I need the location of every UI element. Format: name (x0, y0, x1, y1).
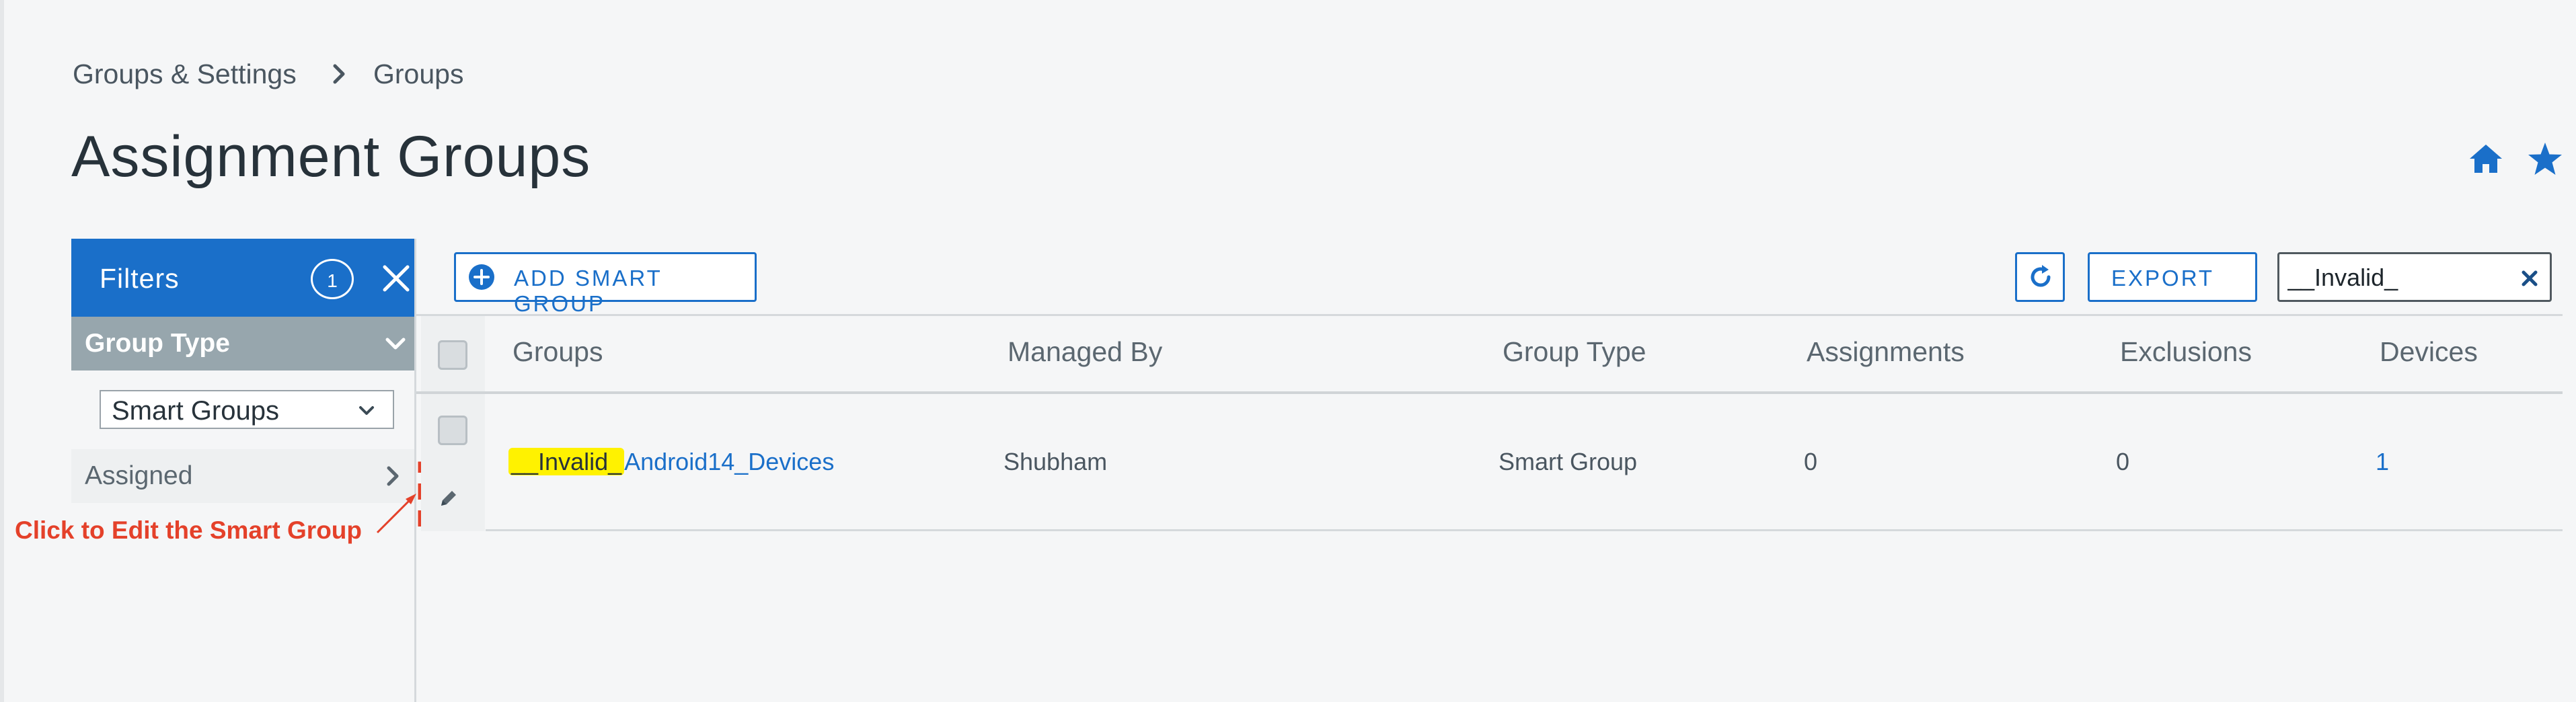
managed-by-cell: Shubham (1003, 448, 1108, 475)
chevron-down-icon (385, 338, 406, 350)
group-type-filter-header[interactable]: Group Type (71, 317, 414, 370)
group-type-select-value: Smart Groups (112, 396, 279, 426)
assigned-filter-row[interactable]: Assigned (71, 449, 414, 503)
add-smart-group-label: ADD SMART GROUP (514, 266, 662, 316)
table-header-border (416, 391, 2563, 394)
filters-panel-header: Filters 1 (71, 239, 414, 317)
close-icon[interactable] (2519, 268, 2540, 289)
filters-title: Filters (100, 263, 180, 294)
star-icon[interactable] (2526, 141, 2564, 178)
column-header-groups[interactable]: Groups (513, 336, 603, 368)
close-icon[interactable] (381, 263, 412, 294)
home-icon[interactable] (2468, 143, 2503, 175)
panel-divider (414, 239, 416, 702)
column-header-managed-by[interactable]: Managed By (1008, 336, 1162, 368)
column-header-group-type[interactable]: Group Type (1503, 336, 1646, 368)
plus-circle-icon (469, 264, 494, 290)
breadcrumb-groups-settings[interactable]: Groups & Settings (73, 55, 297, 93)
assignments-cell: 0 (1804, 448, 1818, 475)
group-type-select[interactable]: Smart Groups (100, 390, 394, 429)
table-row-border (486, 529, 2563, 531)
export-label: EXPORT (2111, 266, 2215, 290)
chevron-right-icon (387, 466, 399, 486)
group-type-cell: Smart Group (1499, 448, 1638, 475)
table-top-border (416, 314, 2563, 316)
export-button[interactable]: EXPORT (2088, 252, 2257, 302)
column-header-exclusions[interactable]: Exclusions (2120, 336, 2252, 368)
search-highlight: __Invalid_ (508, 448, 625, 475)
group-type-filter-label: Group Type (85, 329, 230, 358)
column-header-assignments[interactable]: Assignments (1807, 336, 1965, 368)
column-header-devices[interactable]: Devices (2380, 336, 2478, 368)
chevron-down-icon (359, 406, 374, 415)
group-name-rest: Android14_Devices (624, 448, 835, 475)
left-edge-rule (0, 0, 4, 702)
annotation-arrow-icon (376, 494, 416, 534)
page-title: Assignment Groups (71, 124, 591, 189)
refresh-button[interactable] (2015, 252, 2065, 302)
exclusions-cell: 0 (2116, 448, 2130, 475)
chevron-right-icon (333, 64, 345, 84)
pencil-icon[interactable] (438, 488, 459, 509)
breadcrumb-groups: Groups (373, 58, 464, 89)
devices-count-link[interactable]: 1 (2376, 448, 2389, 476)
refresh-icon (2031, 265, 2051, 287)
add-smart-group-button[interactable]: ADD SMART GROUP (454, 252, 757, 316)
group-name-link[interactable]: __Invalid_ Android14_Devices (508, 448, 834, 476)
select-all-checkbox[interactable] (438, 340, 467, 370)
annotation-callout: Click to Edit the Smart Group (15, 516, 362, 544)
search-box[interactable] (2277, 252, 2552, 302)
filter-count-badge: 1 (311, 259, 354, 299)
search-input[interactable] (2286, 260, 2504, 296)
row-checkbox[interactable] (438, 416, 467, 445)
assigned-filter-label: Assigned (85, 461, 193, 490)
